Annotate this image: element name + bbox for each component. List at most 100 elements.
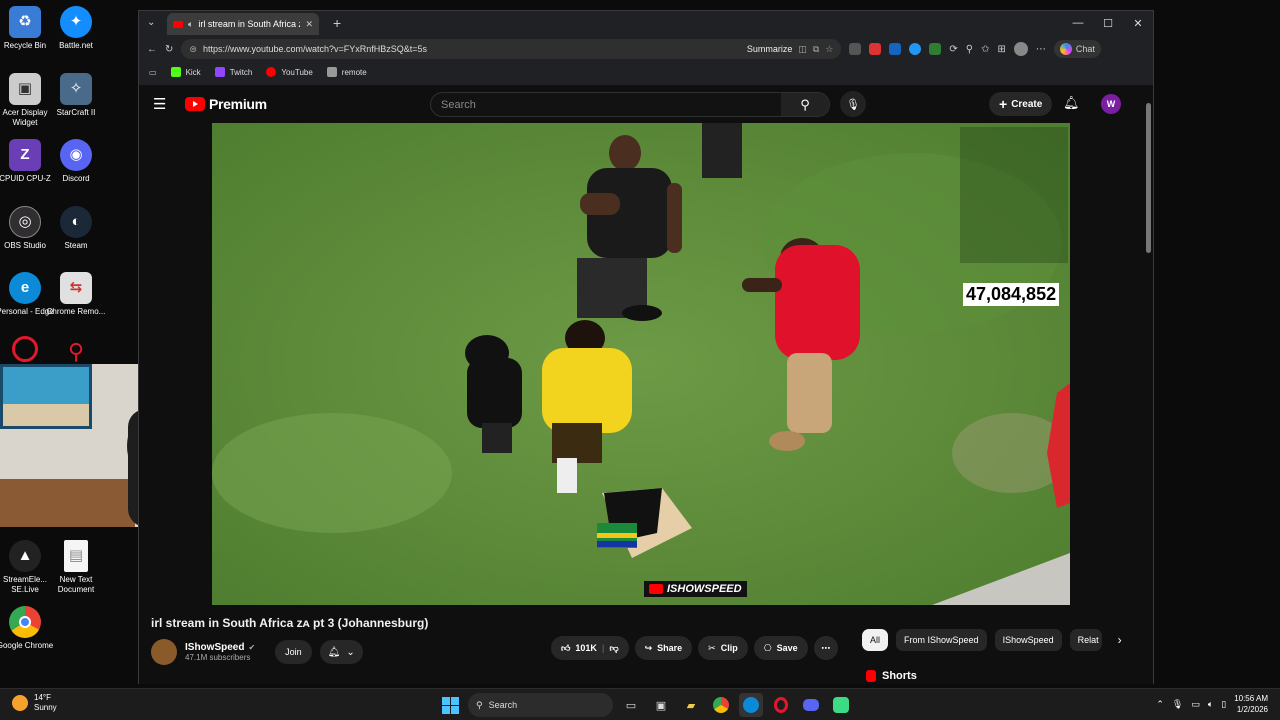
youtube-premium-logo[interactable]: Premium (185, 96, 267, 112)
tray-overflow-icon[interactable]: ⌃ (1156, 699, 1164, 710)
subscription-bell-button[interactable]: 🔔︎ ⌄ (319, 640, 363, 664)
profile-avatar[interactable] (1013, 42, 1028, 56)
chip-ishowspeed[interactable]: IShowSpeed (994, 629, 1062, 651)
address-bar[interactable]: ⊜ https://www.youtube.com/watch?v=FYxRnf… (181, 39, 842, 59)
more-menu-icon[interactable]: ⋯ (1036, 44, 1046, 55)
create-button[interactable]: + Create (989, 92, 1053, 116)
sun-icon (12, 695, 28, 711)
copilot-chat-button[interactable]: Chat (1053, 40, 1101, 58)
save-label: Save (776, 643, 798, 653)
voice-search-button[interactable]: 🎙︎ (840, 91, 866, 117)
like-button[interactable]: 👍︎ 101K | 👎︎ (551, 636, 629, 660)
split-screen-icon[interactable]: ⧉ (813, 44, 819, 55)
desktop-icon-chrome-remote[interactable]: ⇆ Chrome Remo... (46, 272, 106, 317)
desktop-icon-battlenet[interactable]: ✦ Battle.net (46, 6, 106, 51)
youtube-watermark-icon (649, 584, 663, 594)
site-info-icon[interactable]: ⊜ (189, 44, 197, 55)
scissors-icon: ✂ (708, 642, 716, 653)
collections-icon[interactable]: ⊞ (998, 44, 1006, 55)
refresh-icon[interactable]: ↻ (165, 44, 173, 55)
favorites-folder-icon[interactable]: ▭ (149, 68, 157, 77)
opera-taskbar-icon[interactable] (769, 693, 793, 717)
more-actions-button[interactable]: ⋯ (813, 636, 838, 660)
clock[interactable]: 10:56 AM 1/2/2026 (1234, 693, 1268, 715)
tab-youtube-video[interactable]: 🔈︎ irl stream in South Africa ᴢᴀ pt ✕ (167, 13, 319, 35)
chevron-right-icon[interactable]: › (1118, 633, 1122, 647)
cpuz-icon: Z (9, 139, 41, 171)
text-document-icon: ▤ (64, 540, 88, 572)
account-avatar[interactable]: W (1101, 94, 1121, 114)
display-icon[interactable]: ▭ (1191, 699, 1200, 710)
search-button[interactable]: ⚲ (781, 93, 829, 116)
extensions-puzzle-icon[interactable]: ⚲ (966, 44, 973, 55)
desktop-icon-steam[interactable]: ◐ Steam (46, 206, 106, 251)
favorite-star-icon[interactable]: ☆ (825, 44, 833, 55)
edge-icon: e (9, 272, 41, 304)
task-view-icon[interactable]: ▭ (619, 693, 643, 717)
desktop-icon-starcraft[interactable]: ✧ StarCraft II (46, 73, 106, 118)
extension-icon[interactable] (909, 43, 922, 55)
notifications-bell-icon[interactable]: 🔔︎ (1063, 95, 1080, 111)
extension-icon[interactable] (849, 43, 862, 55)
windows-icon (441, 696, 459, 714)
scrollbar-thumb[interactable] (1146, 103, 1151, 253)
clip-button[interactable]: ✂ Clip (698, 636, 748, 660)
desktop-icon-discord[interactable]: ◉ Discord (46, 139, 106, 184)
chrome-taskbar-icon[interactable] (709, 693, 733, 717)
microphone-tray-icon[interactable]: 🎙︎ (1172, 699, 1183, 710)
channel-name[interactable]: IShowSpeed (185, 642, 244, 653)
search-icon: ⚲ (476, 699, 483, 710)
new-tab-button[interactable]: + (333, 15, 341, 31)
page-scrollbar[interactable] (1144, 85, 1152, 684)
back-icon[interactable]: ← (147, 44, 157, 55)
file-explorer-icon[interactable]: ▰ (679, 693, 703, 717)
favorite-kick[interactable]: Kick (170, 67, 201, 77)
share-label: Share (657, 643, 683, 653)
chip-related[interactable]: Relat (1069, 629, 1102, 651)
battery-icon[interactable]: ▯ (1221, 699, 1226, 710)
like-count: 101K (575, 643, 597, 653)
discord-taskbar-icon[interactable] (799, 693, 823, 717)
join-button[interactable]: Join (275, 640, 312, 664)
extension-icon[interactable] (929, 43, 942, 55)
chip-all[interactable]: All (862, 629, 889, 651)
summarize-button[interactable]: Summarize (747, 44, 793, 54)
start-button[interactable] (438, 693, 462, 717)
desktop-icon-chrome[interactable]: Google Chrome (0, 606, 55, 651)
close-tab-icon[interactable]: ✕ (305, 19, 313, 30)
extension-icon[interactable] (889, 43, 902, 55)
video-title: irl stream in South Africa ᴢᴀ pt 3 (Joha… (151, 616, 429, 630)
reader-icon[interactable]: ◫ (798, 44, 807, 55)
weather-widget[interactable]: 14°F Sunny (12, 693, 57, 713)
video-player[interactable]: 47,084,852 ISHOWSPEED (212, 123, 1070, 605)
taskbar: 14°F Sunny ⚲ Search ▭ ▣ ▰ ⌃ 🎙︎ ▭ 🔈︎ ▯ 10… (0, 688, 1280, 720)
desktop-icon-text-document[interactable]: ▤ New Text Document (46, 540, 106, 595)
app-taskbar-icon[interactable] (829, 693, 853, 717)
search-box[interactable]: Search ⚲ (430, 92, 830, 117)
search-input[interactable]: Search (441, 99, 476, 111)
thumbs-down-icon[interactable]: 👎︎ (609, 643, 618, 654)
chip-from-ishowspeed[interactable]: From IShowSpeed (896, 629, 987, 651)
view-counter: 47,084,852 (963, 283, 1060, 306)
widgets-icon[interactable]: ▣ (649, 693, 673, 717)
favorite-remote[interactable]: remote (326, 67, 367, 77)
share-button[interactable]: ↪ Share (634, 636, 693, 660)
save-button[interactable]: ⎔ Save (753, 636, 808, 660)
edge-taskbar-icon[interactable] (739, 693, 763, 717)
temperature: 14°F (34, 693, 51, 702)
close-window-button[interactable]: ✕ (1123, 11, 1153, 35)
favorite-twitch[interactable]: Twitch (214, 67, 252, 77)
menu-icon[interactable]: ☰ (153, 95, 167, 113)
minimize-button[interactable]: — (1063, 11, 1093, 35)
extension-icon[interactable] (869, 43, 882, 55)
favorites-icon[interactable]: ✩ (981, 44, 989, 55)
volume-icon[interactable]: 🔈︎ (1208, 699, 1213, 710)
tab-actions-chevron-icon[interactable]: ⌄ (147, 17, 155, 28)
icon-label: Discord (62, 174, 90, 183)
favorite-youtube[interactable]: YouTube (266, 67, 313, 77)
performance-icon[interactable]: ⟳ (949, 44, 957, 55)
maximize-button[interactable]: ☐ (1093, 11, 1123, 35)
channel-avatar[interactable] (151, 639, 177, 665)
taskbar-search[interactable]: ⚲ Search (468, 693, 613, 717)
speaker-icon[interactable]: 🔈︎ (188, 19, 193, 30)
